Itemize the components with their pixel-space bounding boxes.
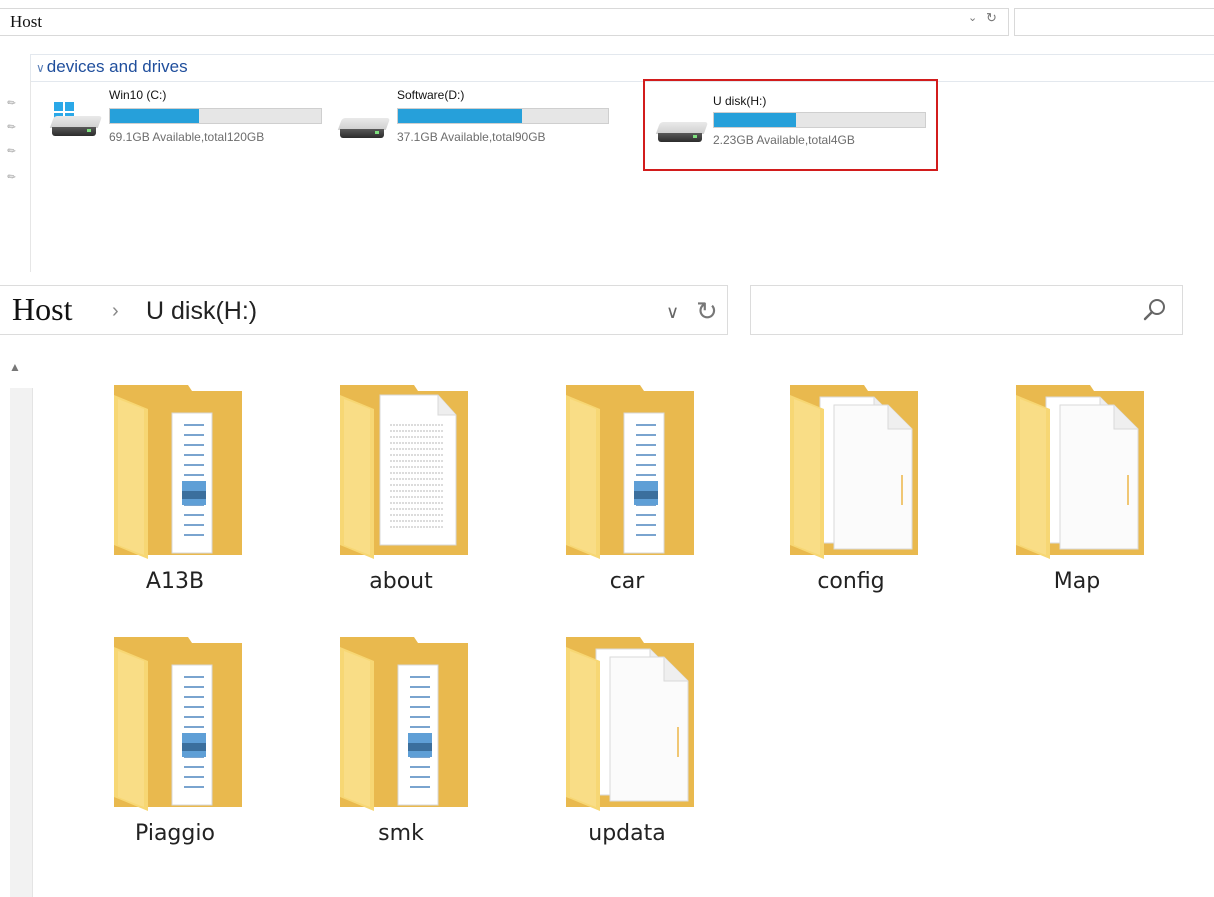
folder-icon (566, 385, 694, 559)
drive-usage-bar (397, 108, 609, 124)
folder-icon (566, 637, 694, 811)
drive-info: 69.1GB Available,total120GB (109, 130, 265, 144)
breadcrumb-separator-icon: › (112, 300, 119, 322)
folder-label: config (817, 569, 885, 594)
chevron-down-icon[interactable]: ⌄ (968, 11, 977, 24)
folder-label: smk (378, 821, 424, 846)
folder-icon (340, 637, 468, 811)
top-search-input[interactable] (1014, 8, 1214, 36)
folder-item[interactable]: Map (992, 385, 1162, 625)
divider (30, 80, 31, 272)
search-icon[interactable] (1140, 295, 1170, 325)
folder-label: about (369, 569, 433, 594)
scroll-up-icon[interactable]: ▲ (9, 360, 21, 374)
drive-usage-fill (398, 109, 522, 123)
folder-item[interactable]: Piaggio (90, 637, 260, 877)
group-header-line (30, 54, 1214, 82)
folder-icon (790, 385, 918, 559)
pin-icon[interactable]: ✎ (5, 97, 18, 111)
pin-icon[interactable]: ✎ (5, 145, 18, 159)
drive-d[interactable]: Software(D:) 37.1GB Available,total90GB (337, 88, 628, 158)
hard-drive-icon (49, 116, 103, 138)
main-address-bar[interactable] (0, 285, 728, 335)
refresh-icon[interactable]: ↻ (986, 10, 997, 26)
folder-item[interactable]: A13B (90, 385, 260, 625)
drive-usage-fill (110, 109, 199, 123)
selection-highlight (643, 79, 938, 171)
hard-drive-icon (337, 118, 391, 140)
folder-label: A13B (145, 569, 205, 594)
breadcrumb-current[interactable]: U disk(H:) (146, 297, 257, 326)
folder-icon (114, 385, 242, 559)
top-address-bar[interactable] (0, 8, 1009, 36)
folder-label: Map (1053, 569, 1101, 594)
devices-group-header[interactable]: ∨ devices and drives (36, 57, 188, 77)
drive-name: Software(D:) (397, 88, 465, 102)
folder-item[interactable]: car (542, 385, 712, 625)
folder-icon (340, 385, 468, 559)
drive-usage-bar (109, 108, 322, 124)
drive-info: 37.1GB Available,total90GB (397, 130, 546, 144)
folder-item[interactable]: updata (542, 637, 712, 877)
folder-icon (114, 637, 242, 811)
top-address-location: Host (10, 12, 43, 31)
folder-label: car (609, 569, 645, 594)
navigation-pane-scrollbar[interactable] (10, 388, 33, 897)
chevron-down-icon[interactable]: ∨ (666, 302, 679, 323)
folder-icon (1016, 385, 1144, 559)
pin-icon[interactable]: ✎ (5, 121, 18, 135)
drive-c[interactable]: Win10 (C:) 69.1GB Available,total120GB (49, 88, 340, 158)
search-input[interactable] (750, 285, 1183, 335)
breadcrumb-root[interactable]: Host (12, 291, 72, 328)
refresh-icon[interactable]: ↻ (696, 296, 718, 327)
folder-label: Piaggio (135, 821, 215, 846)
chevron-down-icon: ∨ (36, 61, 45, 75)
folder-label: updata (588, 821, 666, 846)
pin-icon[interactable]: ✎ (5, 171, 18, 185)
folder-item[interactable]: smk (316, 637, 486, 877)
drive-name: Win10 (C:) (109, 88, 167, 102)
folder-item[interactable]: config (766, 385, 936, 625)
devices-group-title: devices and drives (46, 57, 188, 76)
folder-item[interactable]: about (316, 385, 486, 625)
